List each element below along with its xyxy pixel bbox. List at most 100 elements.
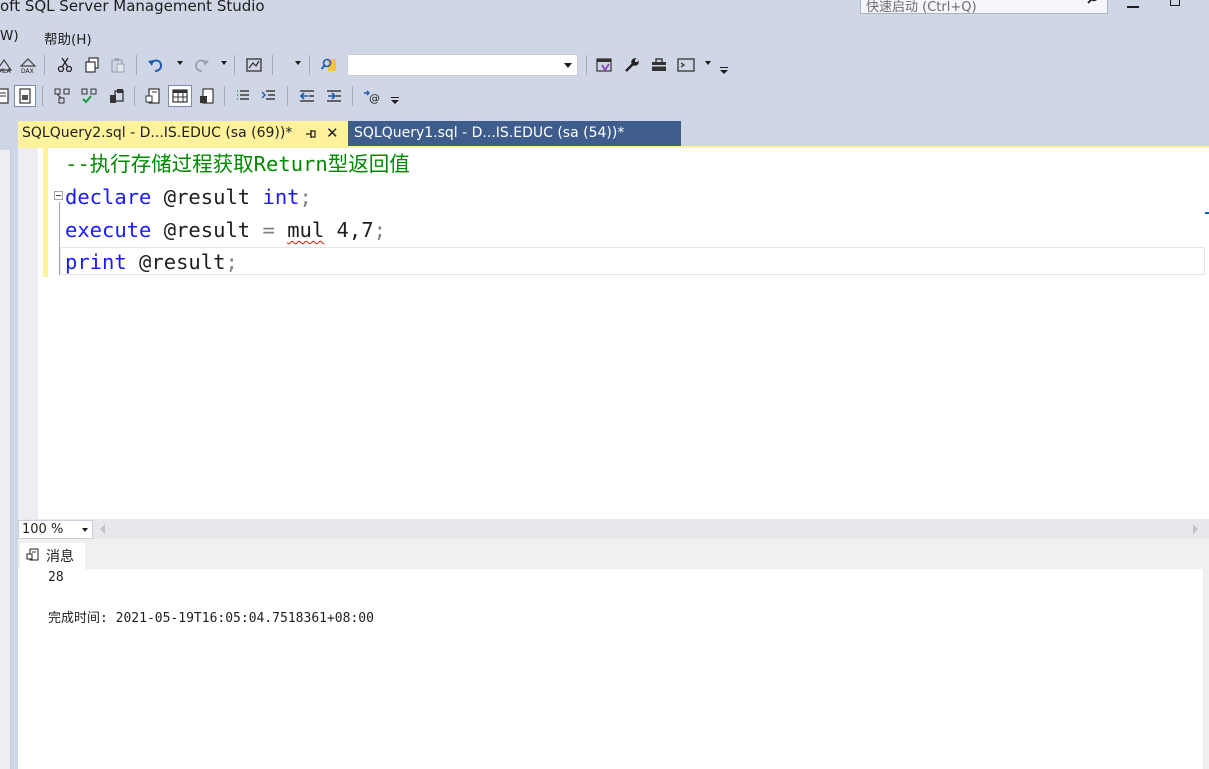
chevron-down-icon[interactable] [564,63,572,68]
completion-time-message: 完成时间: 2021-05-19T16:05:04.7518361+08:00 [48,611,374,626]
wrench-icon[interactable] [622,55,642,75]
toolbar-separator [44,55,45,75]
svg-text:DAX: DAX [21,68,34,74]
collapse-icon[interactable] [54,191,63,200]
results-to-grid-icon[interactable] [14,85,36,107]
chevron-down-icon[interactable] [82,528,88,532]
redo-icon[interactable] [191,55,211,75]
decrease-indent-icon[interactable] [297,86,317,106]
minimize-icon[interactable] [1127,6,1139,8]
include-plan-icon[interactable] [79,86,99,106]
paste-icon[interactable] [108,55,128,75]
dax-query-icon[interactable]: DAX [18,55,38,75]
quick-launch-input[interactable]: 快速启动 (Ctrl+Q) [860,0,1108,15]
zoom-select[interactable]: 100 % [18,520,93,539]
code-args: 4,7 [324,218,374,242]
configuration-dropdown-icon[interactable] [295,61,301,65]
code-comment: --执行存储过程获取Return型返回值 [65,152,410,176]
toolbar-separator [352,86,353,106]
svg-text:MLA: MLA [0,68,12,74]
results-grid-view-icon[interactable] [168,85,192,107]
messages-pane[interactable] [18,569,1203,769]
toolbar-overflow-icon[interactable] [720,70,728,74]
code-variable: @result [126,250,226,274]
toolbar-separator [42,86,43,106]
increase-indent-icon[interactable] [324,86,344,106]
database-combo[interactable] [347,54,578,76]
output-dropdown-icon[interactable] [705,61,711,65]
tab-messages[interactable]: 消息 [20,543,85,569]
editor-margin [18,148,38,519]
results-to-text-icon[interactable] [0,86,12,106]
toolbar-separator [134,86,135,106]
mdx-query-icon[interactable]: MLA [0,55,14,75]
tab-sqlquery2[interactable]: SQLQuery2.sql - D...IS.EDUC (sa (69))* ✕ [18,121,348,147]
scroll-right-icon[interactable] [1193,524,1198,534]
code-line-1[interactable]: --执行存储过程获取Return型返回值 [65,150,410,178]
code-punct: ; [373,218,386,242]
specify-values-icon[interactable]: @ [361,86,381,106]
undo-dropdown-icon[interactable] [177,61,183,65]
statistics-icon[interactable] [106,86,126,106]
tab-label: SQLQuery1.sql - D...IS.EDUC (sa (54))* [354,125,625,141]
code-punct: ; [299,185,312,209]
toolbar-separator [287,86,288,106]
redo-dropdown-icon[interactable] [221,61,227,65]
messages-icon [26,548,40,562]
code-keyword: print [65,250,127,274]
code-operator: = [262,218,275,242]
change-tracking-bar [43,148,48,277]
svg-text:@: @ [369,92,380,105]
code-procedure-name: mul [287,218,325,242]
search-icon[interactable] [1087,0,1099,4]
vs-icon[interactable] [594,55,614,75]
toolbox-icon[interactable] [649,55,669,75]
editor-status-bar [18,519,1209,539]
app-title: oft SQL Server Management Studio [0,0,265,15]
menu-item-help[interactable]: 帮助(H) [44,28,92,48]
menu-item-window[interactable]: W) [0,28,19,44]
scroll-left-icon[interactable] [100,524,105,534]
code-keyword: declare [65,185,152,209]
toolbar-separator [272,55,273,75]
uncomment-icon[interactable] [259,86,279,106]
scroll-marker [1205,212,1209,214]
find-icon[interactable] [319,55,339,75]
code-type: int [262,185,300,209]
standard-toolbar: MLA DAX [0,51,735,79]
code-line-4[interactable]: print @result; [65,248,238,276]
results-to-file-icon[interactable] [197,86,217,106]
toolbar-separator [224,86,225,106]
undo-icon[interactable] [146,55,166,75]
code-keyword: execute [65,218,152,242]
tab-messages-label: 消息 [46,549,74,565]
restore-icon[interactable] [1170,0,1180,6]
comment-icon[interactable] [233,86,253,106]
pin-icon[interactable] [304,127,318,141]
zoom-value: 100 % [22,522,64,537]
result-message-value: 28 [48,570,64,585]
outline-line [59,202,60,275]
object-explorer-edge[interactable] [0,150,11,769]
toolbar-overflow-icon[interactable] [391,100,399,104]
toolbar-separator [586,55,587,75]
close-icon[interactable]: ✕ [326,124,339,142]
code-line-3[interactable]: execute @result = mul 4,7; [65,216,386,244]
code-punct: ; [225,250,238,274]
menu-bar: W) 帮助(H) [0,24,1209,48]
results-tab-strip [18,539,1209,569]
results-to-text-view-icon[interactable] [143,86,163,106]
copy-icon[interactable] [82,55,102,75]
output-window-icon[interactable] [676,55,696,75]
code-variable: @result [151,185,263,209]
toolbar-overflow-line [391,97,399,98]
code-line-2[interactable]: declare @result int; [65,183,312,211]
results-right-edge [1203,569,1209,769]
cut-icon[interactable] [55,55,75,75]
display-plan-icon[interactable] [52,86,72,106]
tab-sqlquery1[interactable]: SQLQuery1.sql - D...IS.EDUC (sa (54))* [348,121,681,147]
code-variable: @result [151,218,263,242]
toolbar-separator [309,55,310,75]
solution-explorer-icon[interactable] [244,55,264,75]
